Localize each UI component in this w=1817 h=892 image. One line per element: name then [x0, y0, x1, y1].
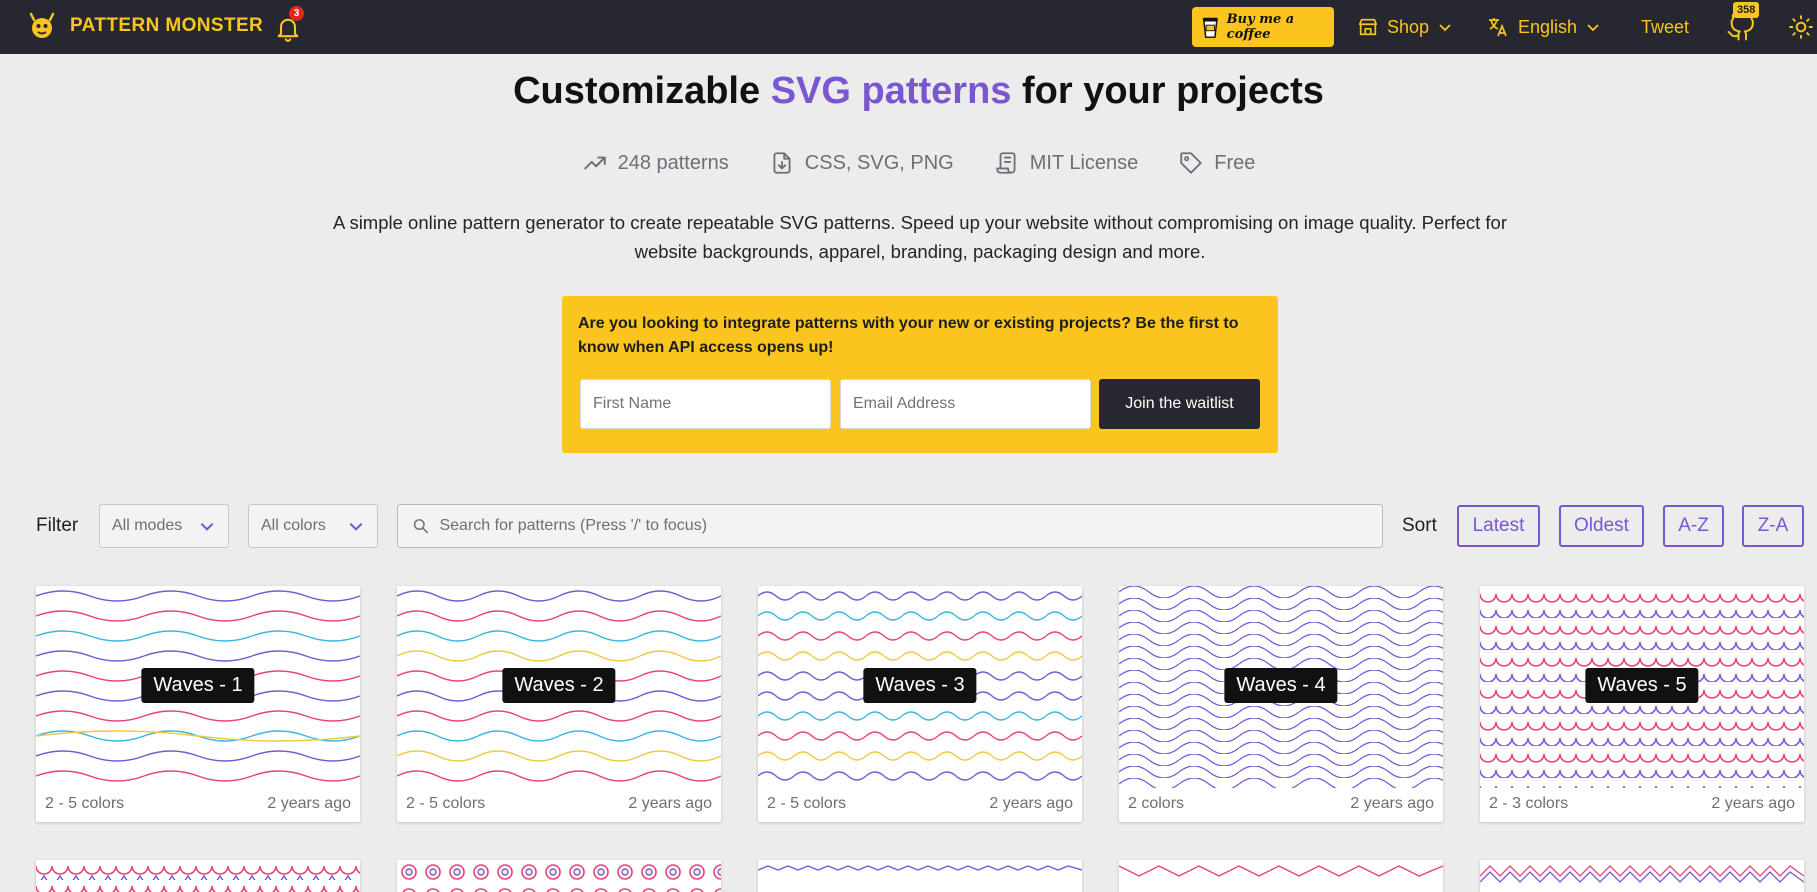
- first-name-field[interactable]: [580, 379, 831, 429]
- github-stars-badge: 358: [1733, 2, 1760, 18]
- title-part-1: Customizable: [513, 70, 771, 112]
- pattern-title: Waves - 4: [1224, 668, 1338, 703]
- shop-label: Shop: [1387, 16, 1430, 37]
- stat-patterns: 248 patterns: [582, 150, 729, 176]
- search-input[interactable]: [439, 517, 1368, 535]
- pattern-card-partial[interactable]: [1480, 860, 1804, 892]
- pattern-age: 2 years ago: [1711, 795, 1795, 812]
- stat-price: Free: [1178, 150, 1255, 176]
- api-waitlist-panel: Are you looking to integrate patterns wi…: [562, 296, 1278, 453]
- pattern-card-partial[interactable]: [36, 860, 360, 892]
- coffee-label: Buy me a coffee: [1226, 12, 1295, 42]
- filter-label: Filter: [36, 515, 79, 536]
- hero-description: A simple online pattern generator to cre…: [332, 212, 1508, 262]
- pattern-colors: 2 - 3 colors: [1489, 795, 1569, 812]
- file-download-icon: [773, 152, 791, 174]
- sort-latest-button[interactable]: Latest: [1457, 505, 1540, 547]
- sort-z-a-button[interactable]: Z-A: [1742, 505, 1804, 547]
- monster-logo-icon: [29, 12, 55, 38]
- pattern-colors: 2 colors: [1128, 795, 1185, 812]
- pattern-colors: 2 - 5 colors: [406, 795, 486, 812]
- pattern-preview: [36, 860, 360, 892]
- trending-up-icon: [583, 156, 606, 170]
- search-icon: [413, 519, 429, 534]
- pattern-title: Waves - 5: [1585, 668, 1699, 703]
- top-navigation-bar: PATTERN MONSTER 3 Buy me a coffee Shop E…: [0, 0, 1817, 54]
- pattern-meta: 2 - 5 colors 2 years ago: [767, 795, 1073, 813]
- pattern-card-partial[interactable]: [1119, 860, 1443, 892]
- translate-icon: [1489, 18, 1507, 37]
- sort-a-z-button[interactable]: A-Z: [1663, 505, 1724, 547]
- price-tag-icon: [1180, 152, 1202, 174]
- pattern-title: Waves - 3: [863, 668, 977, 703]
- notification-count-badge: 3: [289, 6, 304, 21]
- title-part-2: for your projects: [1011, 70, 1324, 112]
- pattern-preview: [1119, 865, 1443, 877]
- sort-label: Sort: [1402, 515, 1437, 536]
- language-menu[interactable]: English: [1486, 14, 1601, 40]
- license-scroll-icon: [996, 152, 1016, 174]
- stat-label: CSS, SVG, PNG: [804, 151, 954, 174]
- pattern-card[interactable]: Waves - 4 2 colors 2 years ago: [1119, 586, 1443, 822]
- tweet-link[interactable]: Tweet: [1641, 14, 1689, 40]
- pattern-title: Waves - 2: [502, 668, 616, 703]
- feature-stats: 248 patterns CSS, SVG, PNG MIT License F…: [0, 150, 1817, 176]
- join-waitlist-button[interactable]: Join the waitlist: [1099, 379, 1260, 429]
- chevron-down-icon: [200, 523, 214, 531]
- stat-label: MIT License: [1029, 151, 1139, 174]
- storefront-icon: [1358, 18, 1378, 36]
- theme-toggle-sun-icon[interactable]: [1788, 14, 1814, 40]
- pattern-meta: 2 colors 2 years ago: [1128, 795, 1434, 813]
- pattern-search[interactable]: [397, 504, 1383, 548]
- pattern-preview: [758, 865, 1082, 871]
- stat-label: Free: [1214, 151, 1256, 174]
- buy-me-a-coffee-button[interactable]: Buy me a coffee: [1192, 7, 1334, 47]
- pattern-meta: 2 - 5 colors 2 years ago: [45, 795, 351, 813]
- mode-select-value: All modes: [112, 517, 183, 534]
- pattern-card[interactable]: Waves - 2 2 - 5 colors 2 years ago: [397, 586, 721, 822]
- page-title: Customizable SVG patterns for your proje…: [0, 70, 1817, 113]
- pattern-age: 2 years ago: [267, 795, 351, 812]
- title-accent: SVG patterns: [770, 70, 1012, 112]
- pattern-colors: 2 - 5 colors: [45, 795, 125, 812]
- brand-logo-link[interactable]: PATTERN MONSTER: [28, 12, 263, 40]
- pattern-meta: 2 - 5 colors 2 years ago: [406, 795, 712, 813]
- chevron-down-icon: [1587, 24, 1599, 32]
- language-label: English: [1518, 16, 1578, 37]
- pattern-meta: 2 - 3 colors 2 years ago: [1489, 795, 1795, 813]
- mode-select[interactable]: All modes: [99, 504, 229, 548]
- pattern-preview: [397, 860, 721, 892]
- pattern-colors: 2 - 5 colors: [767, 795, 847, 812]
- pattern-title: Waves - 1: [141, 668, 255, 703]
- brand-name: PATTERN MONSTER: [70, 15, 264, 36]
- stat-label: 248 patterns: [617, 151, 729, 174]
- pattern-preview: [1480, 865, 1804, 883]
- pattern-card[interactable]: Waves - 1 2 - 5 colors 2 years ago: [36, 586, 360, 822]
- pattern-card-partial[interactable]: [758, 860, 1082, 892]
- pattern-age: 2 years ago: [989, 795, 1073, 812]
- pattern-age: 2 years ago: [628, 795, 712, 812]
- pattern-card[interactable]: Waves - 5 2 - 3 colors 2 years ago: [1480, 586, 1804, 822]
- color-select-value: All colors: [261, 517, 326, 534]
- stat-license: MIT License: [994, 150, 1139, 176]
- color-select[interactable]: All colors: [248, 504, 378, 548]
- chevron-down-icon: [1439, 24, 1451, 32]
- pattern-card-partial[interactable]: [397, 860, 721, 892]
- sort-oldest-button[interactable]: Oldest: [1559, 505, 1644, 547]
- waitlist-message: Are you looking to integrate patterns wi…: [578, 315, 1239, 356]
- coffee-cup-icon: [1202, 17, 1218, 38]
- stat-formats: CSS, SVG, PNG: [769, 150, 954, 176]
- email-field[interactable]: [840, 379, 1091, 429]
- pattern-card[interactable]: Waves - 3 2 - 5 colors 2 years ago: [758, 586, 1082, 822]
- shop-menu[interactable]: Shop: [1357, 14, 1453, 40]
- pattern-age: 2 years ago: [1350, 795, 1434, 812]
- chevron-down-icon: [349, 523, 363, 531]
